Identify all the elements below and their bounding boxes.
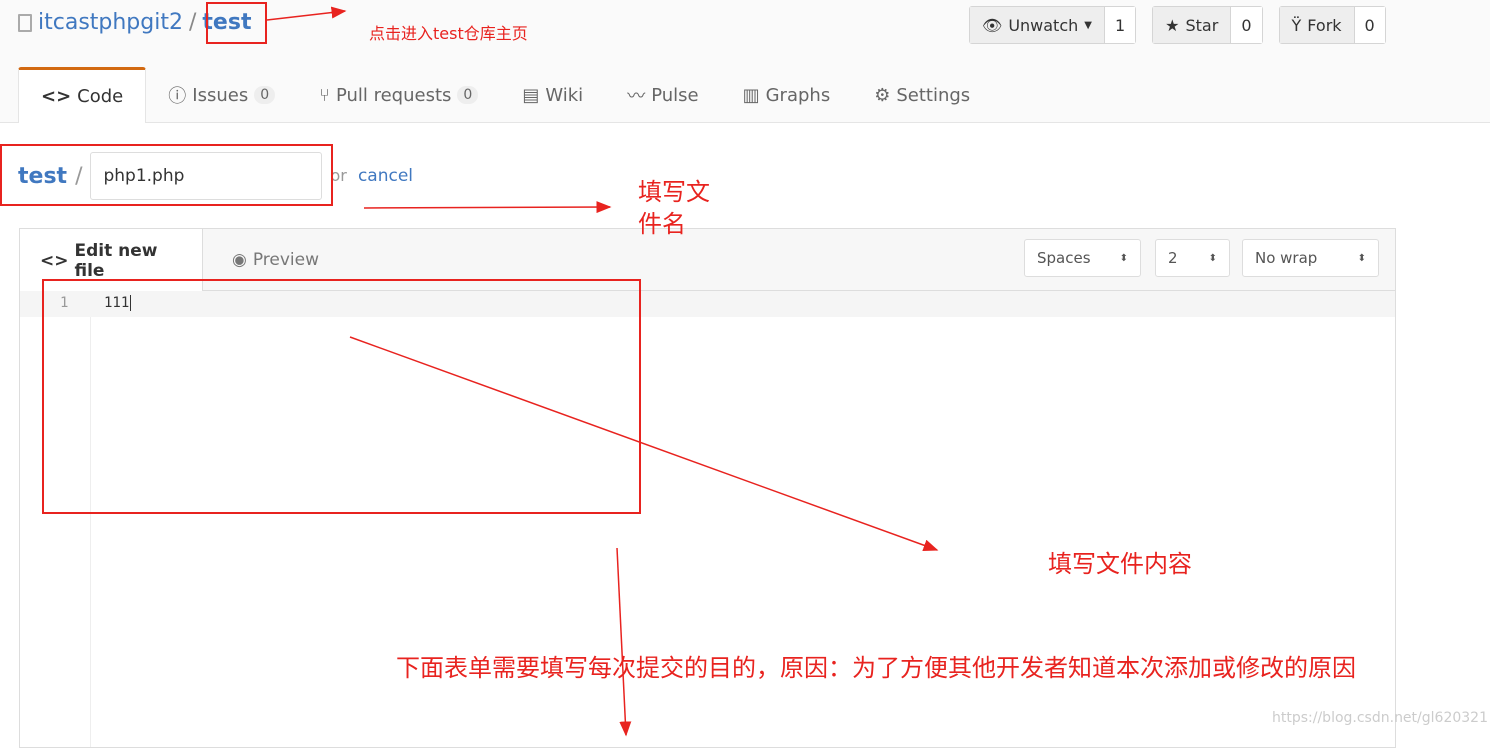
filename-input[interactable] (90, 152, 323, 200)
tab-label: Pulse (651, 84, 699, 106)
star-icon: ★ (1165, 15, 1180, 35)
eye-icon: ◉ (232, 250, 247, 270)
file-path: test / or cancel (18, 152, 413, 200)
fork-label: Fork (1307, 15, 1342, 35)
indent-mode-select[interactable]: Spaces ⬍ (1024, 239, 1141, 277)
fork-group: Ÿ Fork 0 (1278, 6, 1386, 44)
eye-icon: 👁 (982, 15, 1003, 35)
tab-edit-new-file[interactable]: <> Edit new file (20, 229, 203, 292)
unwatch-label: Unwatch (1008, 15, 1079, 35)
watermark: https://blog.csdn.net/gl620321 (1272, 710, 1488, 726)
tab-pull-requests[interactable]: ⑂ Pull requests 0 (297, 67, 500, 123)
fork-icon: Ÿ (1291, 15, 1302, 35)
repo-icon (18, 13, 32, 32)
tab-label: Wiki (545, 84, 584, 106)
graph-icon: ▥ (742, 84, 760, 106)
fork-count[interactable]: 0 (1354, 7, 1385, 43)
unwatch-button[interactable]: 👁 Unwatch ▼ (970, 7, 1105, 43)
tab-label: Issues (192, 84, 249, 106)
pr-count: 0 (457, 86, 479, 104)
star-count[interactable]: 0 (1231, 7, 1262, 43)
star-button[interactable]: ★ Star (1153, 7, 1232, 43)
repo-title: itcastphpgit2 / test (18, 10, 251, 35)
book-icon: ▤ (522, 84, 540, 106)
indent-size-select[interactable]: 2 ⬍ (1155, 239, 1230, 277)
wrap-mode-value: No wrap (1255, 249, 1318, 267)
watch-group: 👁 Unwatch ▼ 1 (969, 6, 1137, 44)
wrap-mode-select[interactable]: No wrap ⬍ (1242, 239, 1379, 277)
caret-down-icon: ▼ (1084, 19, 1092, 31)
tab-settings[interactable]: ⚙ Settings (852, 67, 992, 123)
tab-label: Edit new file (74, 240, 158, 281)
or-text: or (330, 166, 347, 185)
cancel-link[interactable]: cancel (358, 166, 413, 186)
line-number: 1 (60, 295, 69, 311)
tab-label: Graphs (765, 84, 831, 106)
code-line[interactable]: 1 111 (20, 291, 1395, 317)
tab-preview[interactable]: ◉ Preview (212, 229, 339, 291)
updown-icon: ⬍ (1119, 252, 1128, 264)
tab-label: Pull requests (335, 84, 452, 106)
separator: / (188, 10, 197, 35)
star-group: ★ Star 0 (1152, 6, 1263, 44)
watch-count[interactable]: 1 (1104, 7, 1136, 43)
path-repo-link[interactable]: test (18, 164, 67, 189)
star-label: Star (1185, 15, 1219, 35)
fork-button[interactable]: Ÿ Fork (1279, 7, 1355, 43)
code-icon: <> (40, 250, 69, 271)
code-icon: <> (41, 86, 72, 107)
annotation-repo-home: 点击进入test仓库主页 (369, 24, 528, 43)
tab-label: Preview (252, 250, 320, 270)
repo-nav: <> Code ⓘ Issues 0 ⑂ Pull requests 0 ▤ Wiki 〰 P… (18, 67, 992, 123)
tab-wiki[interactable]: ▤ Wiki (500, 67, 605, 123)
tab-label: Code (77, 86, 124, 107)
pull-request-icon: ⑂ (319, 84, 330, 106)
owner-link[interactable]: itcastphpgit2 (38, 10, 183, 35)
path-separator: / (75, 163, 83, 189)
tab-issues[interactable]: ⓘ Issues 0 (146, 67, 297, 123)
issue-icon: ⓘ (168, 86, 187, 107)
repo-header: itcastphpgit2 / test 👁 Unwatch ▼ 1 ★ Star 0… (0, 0, 1490, 123)
indent-mode-value: Spaces (1037, 249, 1091, 267)
line-text[interactable]: 111 (104, 295, 132, 311)
tab-code[interactable]: <> Code (18, 67, 147, 123)
line-gutter (20, 291, 91, 747)
annotation-content: 填写文件内容 (1048, 550, 1192, 578)
arrow-filename (363, 201, 612, 214)
updown-icon: ⬍ (1357, 252, 1366, 264)
repo-link[interactable]: test (202, 10, 251, 35)
annotation-filename: 填写文件名 (638, 178, 710, 238)
gear-icon: ⚙ (874, 84, 891, 106)
updown-icon: ⬍ (1208, 252, 1217, 264)
tab-graphs[interactable]: ▥ Graphs (721, 67, 853, 123)
issues-count: 0 (254, 86, 276, 104)
tab-label: Settings (896, 84, 971, 106)
tab-pulse[interactable]: 〰 Pulse (605, 67, 720, 123)
annotation-commit: 下面表单需要填写每次提交的目的，原因：为了方便其他开发者知道本次添加或修改的原因 (396, 654, 1356, 682)
indent-size-value: 2 (1168, 249, 1178, 267)
pulse-icon: 〰 (627, 86, 646, 107)
